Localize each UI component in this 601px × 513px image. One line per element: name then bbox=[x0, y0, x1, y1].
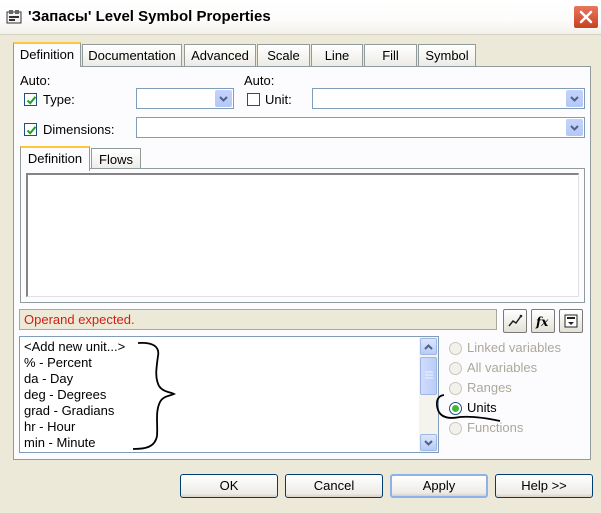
graph-icon bbox=[508, 314, 523, 327]
close-button[interactable] bbox=[573, 5, 599, 29]
graph-button[interactable] bbox=[503, 309, 527, 333]
list-item[interactable]: grad - Gradians bbox=[24, 403, 114, 419]
tab-fill[interactable]: Fill bbox=[364, 44, 417, 66]
handwritten-circle-annotation bbox=[436, 394, 501, 422]
handwritten-brace-annotation bbox=[132, 341, 177, 450]
dimensions-dropdown-button[interactable] bbox=[566, 119, 583, 136]
scroll-down-button[interactable] bbox=[420, 434, 437, 451]
title-bar[interactable]: 'Запасы' Level Symbol Properties bbox=[0, 0, 601, 35]
tab-scale[interactable]: Scale bbox=[257, 44, 310, 66]
list-item[interactable]: <Add new unit...> bbox=[24, 339, 125, 355]
auto-label: Auto: bbox=[20, 73, 51, 88]
inner-tab-flows[interactable]: Flows bbox=[91, 148, 141, 170]
type-auto-checkbox[interactable] bbox=[24, 93, 37, 106]
unit-dropdown-button[interactable] bbox=[566, 90, 583, 107]
tab-symbol[interactable]: Symbol bbox=[418, 44, 476, 66]
dimensions-combo[interactable] bbox=[136, 117, 585, 138]
chevron-down-icon bbox=[424, 440, 433, 446]
chevron-down-icon bbox=[570, 96, 579, 102]
dimensions-auto-checkbox[interactable] bbox=[24, 123, 37, 136]
chevron-up-icon bbox=[424, 344, 433, 350]
window-title: 'Запасы' Level Symbol Properties bbox=[28, 8, 271, 25]
tab-documentation[interactable]: Documentation bbox=[82, 44, 182, 66]
status-message: Operand expected. bbox=[19, 309, 497, 330]
svg-text:fx: fx bbox=[535, 315, 549, 329]
list-item[interactable]: min - Minute bbox=[24, 435, 96, 451]
list-item[interactable]: da - Day bbox=[24, 371, 73, 387]
radio-label-all-variables: All variables bbox=[467, 360, 538, 375]
list-item[interactable]: hr - Hour bbox=[24, 419, 75, 435]
list-item[interactable]: deg - Degrees bbox=[24, 387, 106, 403]
unit-label: Unit: bbox=[265, 92, 292, 107]
insert-icon bbox=[564, 314, 578, 328]
function-button[interactable]: fx bbox=[531, 309, 555, 333]
type-combo[interactable] bbox=[136, 88, 234, 109]
insert-button[interactable] bbox=[559, 309, 583, 333]
close-icon bbox=[579, 10, 593, 24]
tab-line[interactable]: Line bbox=[311, 44, 363, 66]
apply-button[interactable]: Apply bbox=[390, 474, 488, 498]
tab-advanced[interactable]: Advanced bbox=[184, 44, 256, 66]
list-item[interactable]: % - Percent bbox=[24, 355, 92, 371]
check-icon bbox=[26, 96, 37, 105]
radio-label-linked-variables: Linked variables bbox=[467, 340, 561, 355]
equation-editor[interactable] bbox=[26, 173, 579, 297]
units-list[interactable]: <Add new unit...> % - Percent da - Day d… bbox=[19, 336, 439, 453]
radio-linked-variables[interactable] bbox=[449, 342, 462, 355]
cancel-button[interactable]: Cancel bbox=[285, 474, 383, 498]
unit-combo[interactable] bbox=[312, 88, 585, 109]
check-icon bbox=[26, 126, 37, 135]
type-label: Type: bbox=[43, 92, 75, 107]
chevron-down-icon bbox=[570, 125, 579, 131]
radio-all-variables[interactable] bbox=[449, 362, 462, 375]
inner-tab-definition[interactable]: Definition bbox=[20, 146, 90, 171]
properties-dialog: 'Запасы' Level Symbol Properties Definit… bbox=[0, 0, 601, 513]
chevron-down-icon bbox=[219, 96, 228, 102]
symbol-properties-icon bbox=[6, 9, 22, 25]
tab-definition[interactable]: Definition bbox=[13, 42, 81, 67]
ok-button[interactable]: OK bbox=[180, 474, 278, 498]
scroll-thumb[interactable] bbox=[420, 357, 437, 395]
function-icon: fx bbox=[535, 315, 549, 329]
help-button[interactable]: Help >> bbox=[495, 474, 593, 498]
scroll-up-button[interactable] bbox=[420, 338, 437, 355]
type-dropdown-button[interactable] bbox=[215, 90, 232, 107]
grip-icon bbox=[425, 371, 433, 379]
dimensions-label: Dimensions: bbox=[43, 122, 115, 137]
unit-auto-label: Auto: bbox=[244, 73, 275, 88]
unit-auto-checkbox[interactable] bbox=[247, 93, 260, 106]
